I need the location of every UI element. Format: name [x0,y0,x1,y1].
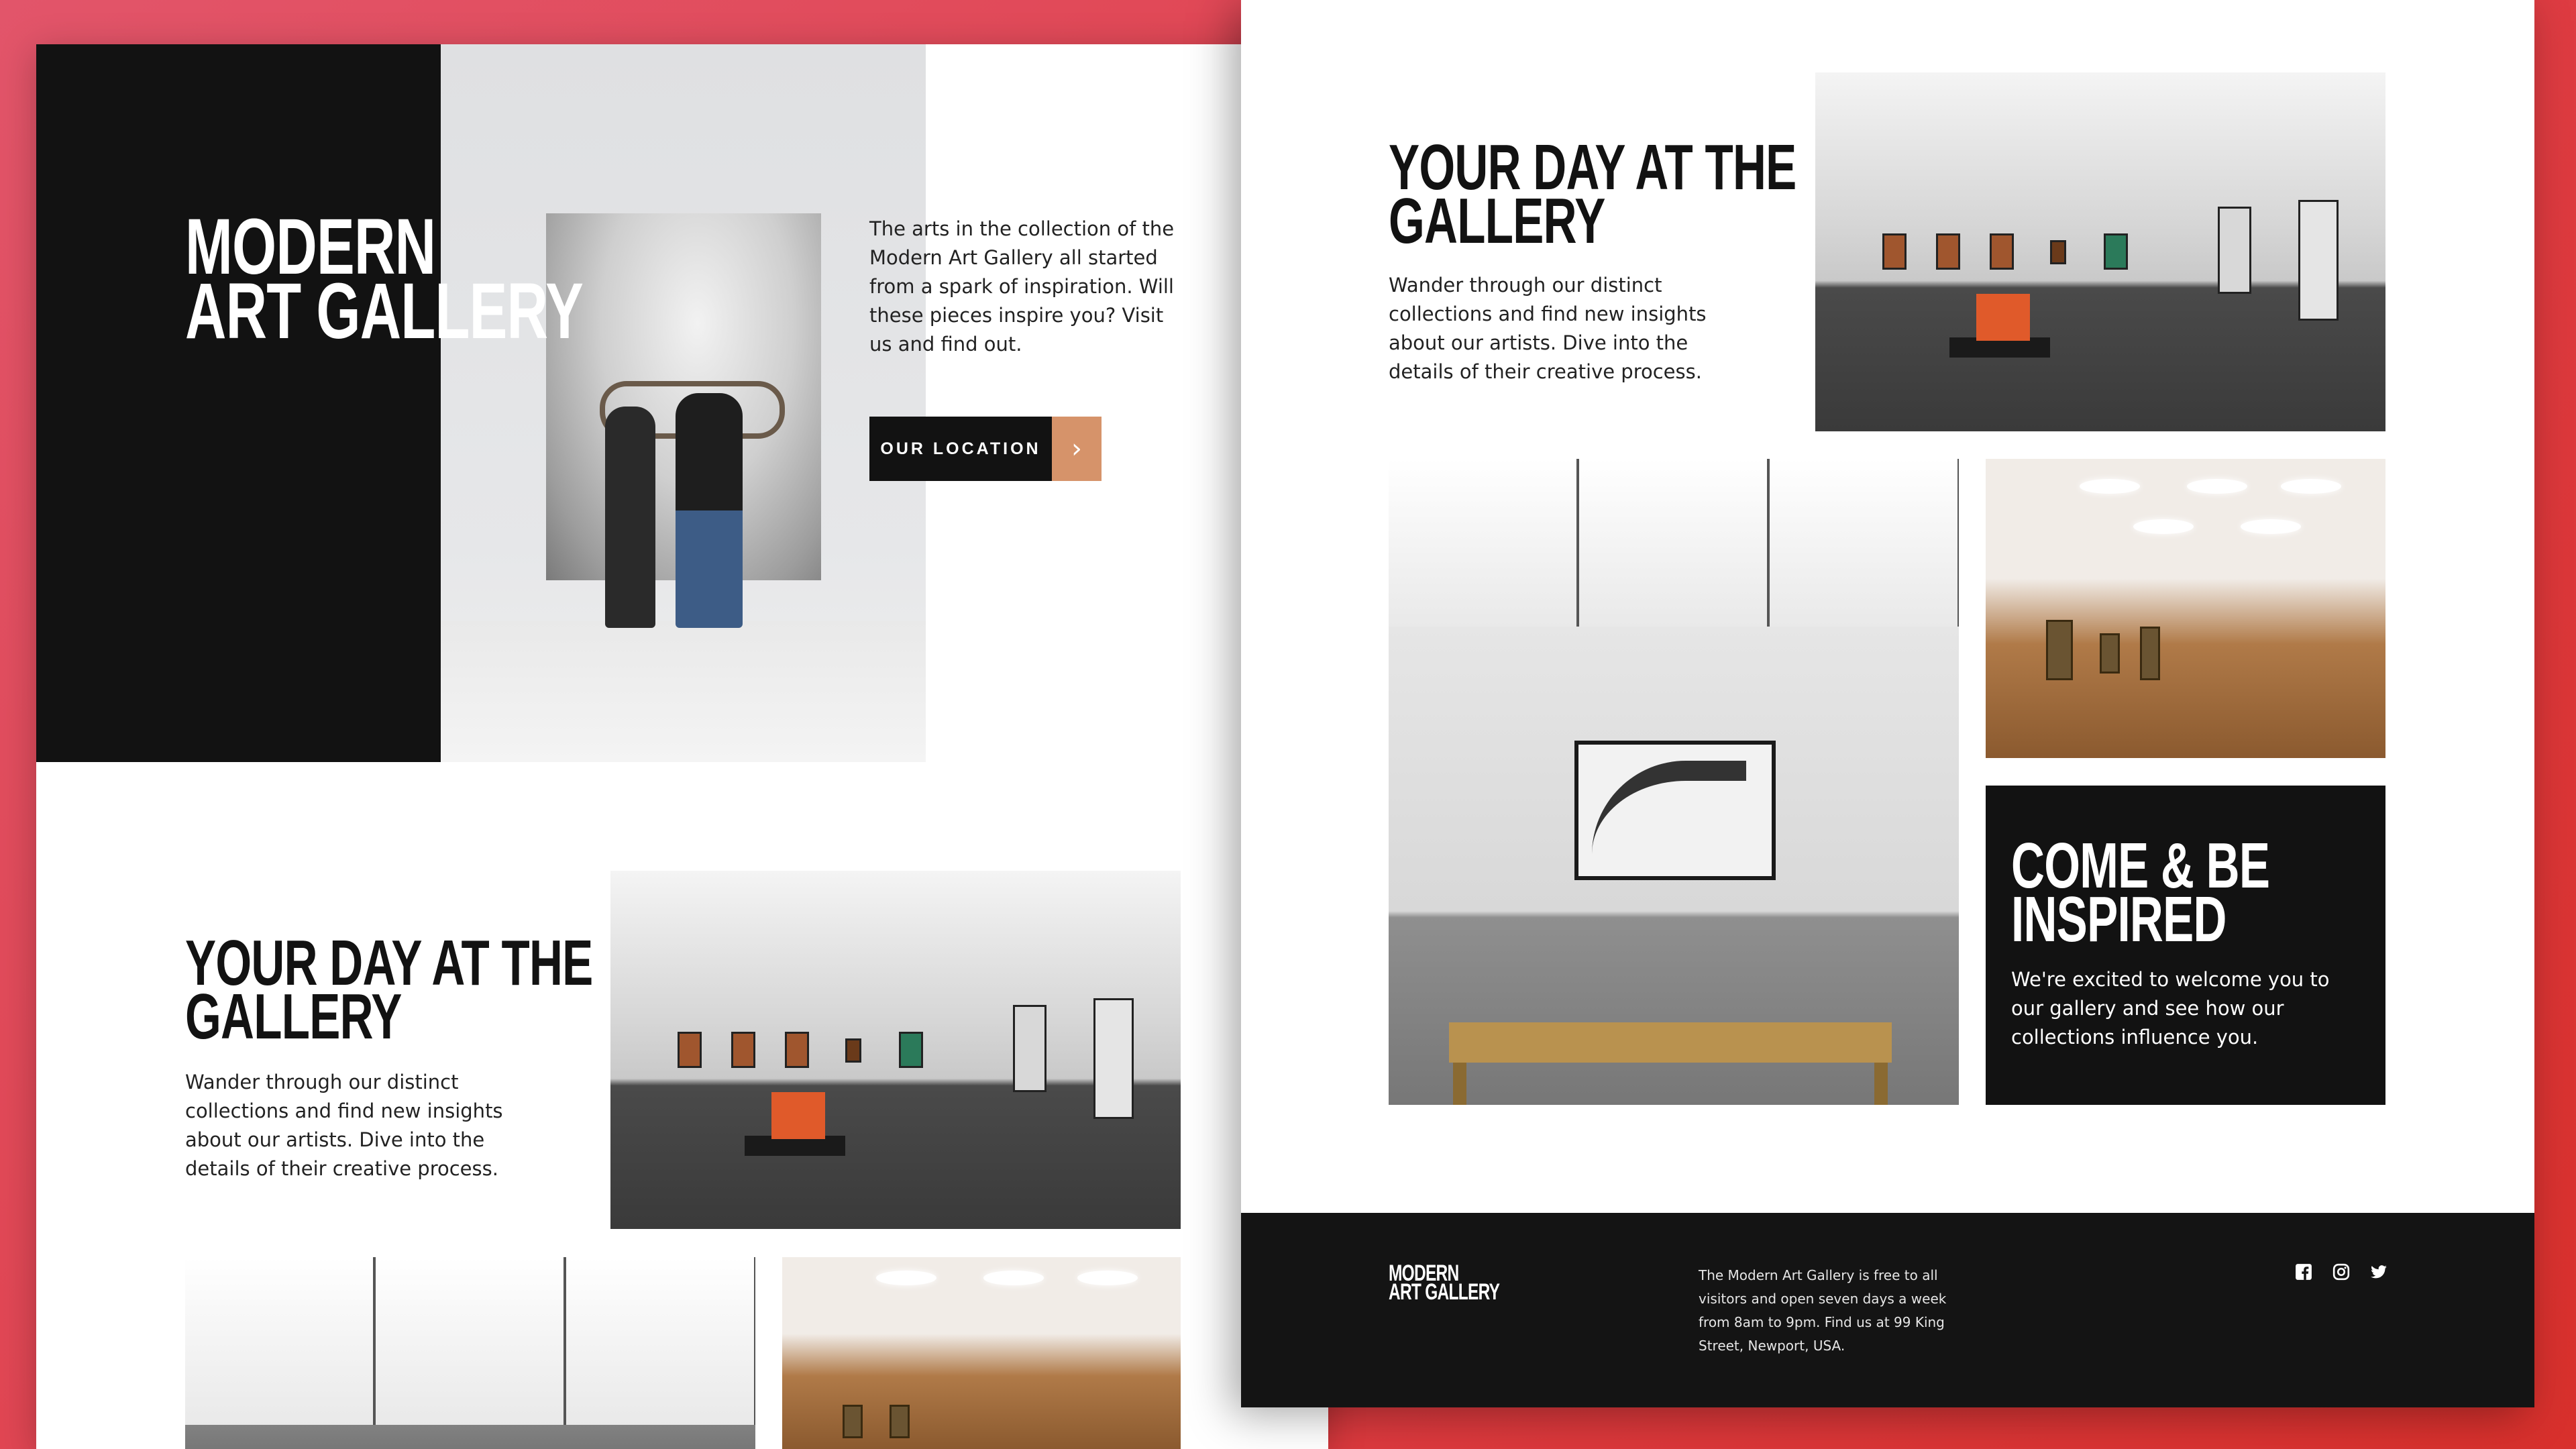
footer-info-text: The Modern Art Gallery is free to all vi… [1699,1267,1947,1354]
footer-logo[interactable]: Modern Art Gallery [1389,1262,1543,1305]
site-footer: Modern Art Gallery The Modern Art Galler… [1241,1213,2534,1407]
bench-room-image [185,1257,755,1449]
inspired-text: We're excited to welcome you to our gall… [2011,968,2330,1049]
hall-room-image [1986,459,2385,758]
day-section-text: Wander through our distinct collections … [185,1071,503,1180]
visitor-figure [676,393,743,628]
twitter-icon[interactable] [2369,1263,2388,1281]
hero-image [441,44,926,762]
our-location-button[interactable]: Our Location › [869,417,1102,481]
instagram-icon[interactable] [2332,1263,2351,1281]
framed-artwork [1574,741,1776,880]
day-section-text: Wander through our distinct collections … [1389,274,1707,383]
hall-room-image [782,1257,1181,1449]
day-title-line2: gallery [1389,185,1605,257]
inspired-title-line2: inspired [2011,883,2226,955]
hero-dark-panel [36,44,441,762]
visitor-figure [605,407,655,628]
gallery-room-image [1815,72,2385,431]
hero-title-line2: Art Gallery [185,267,584,356]
our-location-label: Our Location [869,417,1052,481]
day-title-line2: gallery [185,981,402,1053]
footer-logo-line2: Art Gallery [1389,1279,1500,1305]
hero-intro-text: The arts in the collection of the Modern… [869,217,1175,356]
page-preview-mobile: Modern Art Gallery The arts in the colle… [36,44,1328,1449]
social-links [2294,1263,2388,1281]
gallery-room-image [610,871,1181,1229]
inspired-title: Come & be inspired [2011,834,2370,955]
facebook-icon[interactable] [2294,1263,2313,1281]
chevron-right-icon: › [1052,417,1102,481]
inspired-card: Come & be inspired We're excited to welc… [1986,786,2385,1105]
page-preview-desktop: Your day at the gallery Wander through o… [1241,0,2534,1407]
bench-room-image [1389,459,1959,1105]
gallery-bench [1449,1022,1892,1105]
hero-title: Modern Art Gallery [185,207,738,356]
